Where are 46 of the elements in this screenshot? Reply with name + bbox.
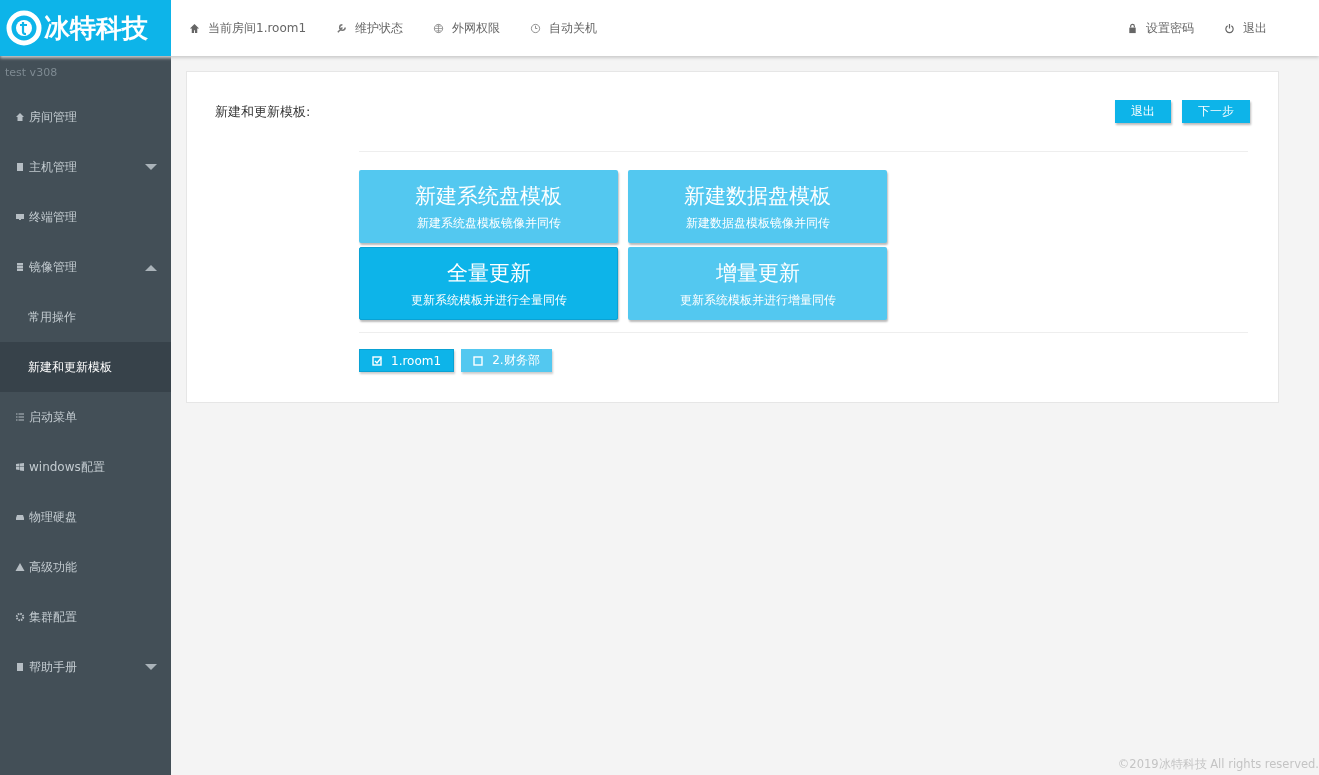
option-title: 增量更新 [715, 260, 800, 287]
top-nav-link[interactable]: 自动关机 [530, 19, 598, 37]
sidebar-item[interactable]: 房间管理 [0, 92, 171, 142]
sidebar-item[interactable]: 终端管理 [0, 192, 171, 242]
option-title: 新建数据盘模板 [684, 183, 831, 210]
top-nav-link[interactable]: 退出 [1224, 19, 1267, 37]
drive-icon [15, 512, 25, 522]
sidebar-item[interactable]: 物理硬盘 [0, 492, 171, 542]
option-subtitle: 新建数据盘模板镜像并同传 [685, 216, 830, 231]
power-icon [1224, 22, 1235, 34]
warning-icon [15, 562, 25, 572]
top-nav-link[interactable]: 外网权限 [433, 19, 501, 37]
panel-title: 新建和更新模板: [215, 102, 311, 121]
option-subtitle: 更新系统模板并进行全量同传 [410, 293, 567, 308]
top-nav-link[interactable]: 设置密码 [1127, 19, 1194, 37]
top-nav-link[interactable]: 维护状态 [336, 19, 404, 37]
database-icon [15, 262, 25, 272]
wrench-icon [336, 22, 348, 34]
sidebar-subitem[interactable]: 常用操作 [0, 292, 171, 342]
option-subtitle: 新建系统盘模板镜像并同传 [416, 216, 561, 231]
logo-icon [6, 10, 42, 46]
option-title: 全量更新 [446, 260, 531, 287]
gear-icon [15, 612, 25, 622]
sidebar-subitem[interactable]: 新建和更新模板 [0, 342, 171, 392]
book-icon [15, 662, 25, 672]
sidebar-item[interactable]: 帮助手册 [0, 642, 171, 692]
sidebar-item[interactable]: 高级功能 [0, 542, 171, 592]
version-label: test v308 [4, 65, 59, 81]
home-icon [15, 112, 25, 122]
monitor-icon [15, 212, 25, 222]
option-subtitle: 更新系统模板并进行增量同传 [679, 293, 836, 308]
home-icon [189, 22, 200, 34]
clock-icon [530, 22, 542, 34]
logo-text: 冰特科技 [44, 11, 148, 45]
sidebar-item[interactable]: 集群配置 [0, 592, 171, 642]
sidebar-item[interactable]: windows配置 [0, 442, 171, 492]
sidebar-item[interactable]: 镜像管理 [0, 242, 171, 292]
lock-icon [1127, 22, 1138, 34]
sidebar-item[interactable]: 启动菜单 [0, 392, 171, 442]
windows-icon [15, 462, 25, 472]
option-title: 新建系统盘模板 [415, 183, 562, 210]
globe-icon [433, 22, 445, 34]
server-icon [15, 162, 25, 172]
top-nav-link[interactable]: 当前房间1.room1 [189, 19, 307, 37]
list-icon [15, 412, 25, 422]
sidebar-item[interactable]: 主机管理 [0, 142, 171, 192]
